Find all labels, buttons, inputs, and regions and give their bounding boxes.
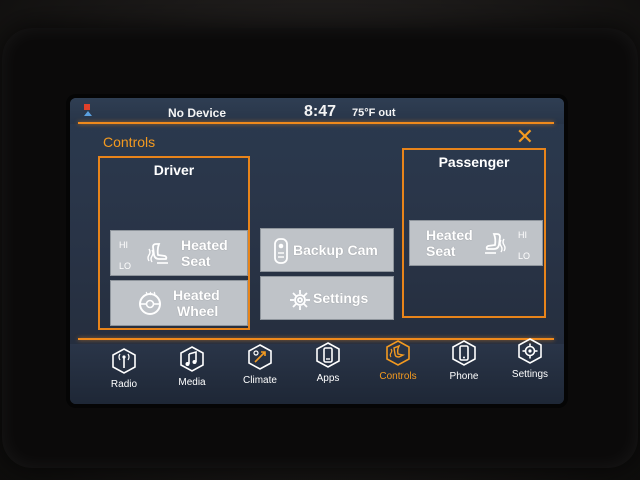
nav-radio[interactable]: Radio (94, 348, 154, 390)
gear-icon (290, 290, 310, 310)
driver-heated-wheel-button[interactable]: Heated Wheel (110, 280, 248, 326)
media-icon (180, 346, 204, 372)
heated-seat-icon (485, 233, 506, 254)
backup-cam-button[interactable]: Backup Cam (260, 228, 394, 272)
nav-media-label: Media (178, 377, 206, 388)
heat-level-lo: LO (518, 251, 531, 261)
heated-wheel-icon (139, 291, 161, 315)
nav-media[interactable]: Media (162, 346, 222, 388)
nav-apps-label: Apps (316, 373, 340, 384)
nav-settings[interactable]: Settings (500, 338, 560, 380)
heated-seat-icon (147, 243, 168, 264)
outside-temperature: 75°F out (352, 107, 396, 119)
driver-heated-wheel-label-2: Wheel (177, 303, 219, 319)
driver-panel: Driver HI LO Heated Seat Heated Wheel (98, 156, 250, 330)
phone-icon (452, 340, 476, 366)
climate-icon (248, 344, 272, 370)
nav-climate-label: Climate (243, 375, 277, 386)
passenger-panel-title: Passenger (438, 154, 510, 170)
nav-radio-label: Radio (110, 379, 138, 390)
controls-settings-label: Settings (313, 290, 369, 306)
driver-heated-seat-label-1: Heated (181, 237, 228, 253)
nav-phone-label: Phone (449, 371, 479, 382)
clock: 8:47 (304, 103, 337, 120)
nav-climate[interactable]: Climate (230, 344, 290, 386)
backup-cam-icon (274, 238, 288, 264)
status-bar: No Device 8:47 75°F out (70, 98, 564, 124)
driver-panel-title: Driver (153, 162, 195, 178)
passenger-heated-seat-label-2: Seat (426, 243, 456, 259)
nav-phone[interactable]: Phone (434, 340, 494, 382)
nav-controls-label: Controls (379, 371, 417, 382)
close-button[interactable]: ✕ (516, 126, 534, 148)
close-x-icon: ✕ (515, 124, 534, 149)
passenger-heated-seat-label-1: Heated (426, 227, 473, 243)
nav-settings-label: Settings (511, 369, 549, 380)
heat-level-hi: HI (119, 240, 128, 250)
passenger-heated-seat-button[interactable]: Heated Seat HI LO (409, 220, 543, 266)
heat-level-hi: HI (518, 230, 527, 240)
nav-apps[interactable]: Apps (298, 342, 358, 384)
radio-icon (112, 348, 136, 374)
header-divider (78, 122, 554, 124)
nav-controls[interactable]: Controls (368, 340, 428, 382)
apps-icon (316, 342, 340, 368)
controls-settings-button[interactable]: Settings (260, 276, 394, 320)
status-indicator-icon (84, 104, 92, 116)
controls-icon (386, 340, 410, 366)
passenger-panel: Passenger Heated Seat HI LO (402, 148, 546, 318)
backup-cam-label: Backup Cam (293, 242, 378, 258)
device-status[interactable]: No Device (168, 106, 226, 120)
driver-heated-wheel-label-1: Heated (173, 287, 220, 303)
settings-icon (518, 338, 542, 364)
driver-heated-seat-button[interactable]: HI LO Heated Seat (110, 230, 248, 276)
page-title: Controls (103, 134, 156, 150)
heat-level-lo: LO (119, 261, 132, 271)
infotainment-screen: No Device 8:47 75°F out Controls ✕ Drive… (70, 98, 564, 404)
driver-heated-seat-label-2: Seat (181, 253, 211, 269)
